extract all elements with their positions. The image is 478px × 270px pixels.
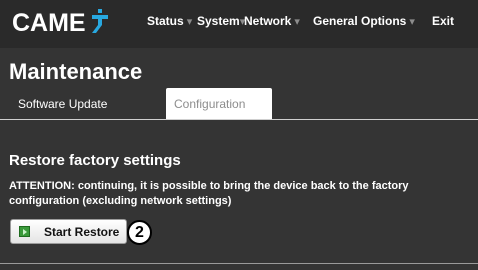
tab-software-update-label: Software Update [18,97,108,111]
chevron-down-icon: ▾ [409,16,415,28]
tab-software-update[interactable]: Software Update [9,88,159,119]
start-restore-button[interactable]: Start Restore [10,219,127,244]
start-restore-label: Start Restore [44,224,120,239]
nav-network-label: Network [244,14,292,28]
came-logo-icon [91,9,108,33]
nav-network[interactable]: Network ▾ [244,14,300,28]
nav-status[interactable]: Status ▾ [147,14,192,28]
nav-exit[interactable]: Exit [432,14,454,28]
tab-configuration-label: Configuration [174,97,246,111]
section-heading: Restore factory settings [9,152,181,169]
play-icon [19,226,30,237]
section-divider [0,263,478,264]
nav-general-options[interactable]: General Options ▾ [313,14,415,28]
nav-system[interactable]: System▾ [197,14,245,28]
chevron-down-icon: ▾ [186,16,193,28]
attention-text: ATTENTION: continuing, it is possible to… [9,180,409,207]
nav-system-label: System [197,14,240,28]
step-callout-badge: 2 [127,220,152,245]
nav-exit-label: Exit [432,14,455,28]
top-navigation-bar: CAME Status ▾ System▾ Network ▾ General Op… [0,0,478,48]
nav-general-options-label: General Options [313,14,407,28]
page-title: Maintenance [9,59,143,84]
came-logo: CAME [12,8,108,38]
logo-text: CAME [12,8,86,37]
tab-configuration[interactable]: Configuration [166,88,272,119]
chevron-down-icon: ▾ [294,16,300,28]
nav-status-label: Status [147,14,184,28]
tab-divider [0,119,478,120]
